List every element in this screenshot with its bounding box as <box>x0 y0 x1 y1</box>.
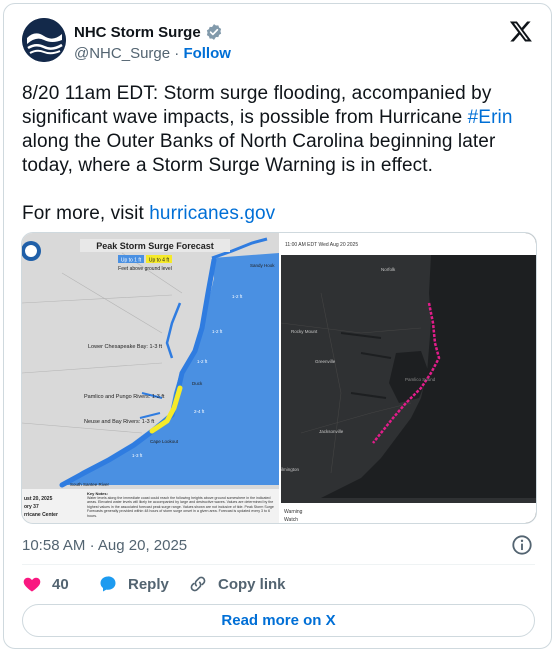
more-prefix: For more, visit <box>22 203 150 224</box>
info-icon[interactable] <box>511 534 533 556</box>
label-chesapeake: Lower Chesapeake Bay: 1-3 ft <box>88 344 162 350</box>
timestamp[interactable]: 10:58 AM · Aug 20, 2025 <box>22 537 187 554</box>
label-sandy-hook: Sandy Hook <box>250 263 275 268</box>
like-button[interactable]: 40 <box>22 574 69 594</box>
media-attachment[interactable]: Peak Storm Surge Forecast Up to 1 ft Up … <box>21 232 537 524</box>
legend-caption: Feet above ground level <box>118 266 172 272</box>
follow-button[interactable]: Follow <box>183 45 231 62</box>
legend-warning: Warning <box>284 509 303 515</box>
notes-text: Water levels along the immediate coast c… <box>87 496 274 518</box>
label-greenville: Greenville <box>315 359 336 364</box>
copy-link-label[interactable]: Copy link <box>218 576 286 593</box>
label-norfolk: Norfolk <box>381 267 396 272</box>
footer-center: rricane Center <box>24 512 58 518</box>
x-logo-icon[interactable] <box>509 19 533 43</box>
label-cape-lookout: Cape Lookout <box>150 439 179 444</box>
legend-watch: Watch <box>284 517 298 523</box>
link-icon <box>190 576 206 592</box>
handle-row: @NHC_Surge · Follow <box>74 45 231 62</box>
label-1-2-c: 1-2 ft <box>197 359 208 364</box>
tweet-body-text: 8/20 11am EDT: Storm surge flooding, acc… <box>22 83 492 128</box>
footer-adv: ory 37 <box>24 504 39 510</box>
tweet-more: For more, visit hurricanes.gov <box>22 202 537 226</box>
reply-button[interactable]: Reply <box>98 574 169 594</box>
read-more-button[interactable]: Read more on X <box>22 604 535 637</box>
label-duck: Duck <box>192 381 203 386</box>
reply-label[interactable]: Reply <box>128 576 169 593</box>
tweet-card: NHC Storm Surge @NHC_Surge · Follow 8/20… <box>3 3 552 649</box>
label-pamlico: Pamlico and Pungo Rivers: 1-3 ft <box>84 394 165 400</box>
surge-map-graphic: Peak Storm Surge Forecast Up to 1 ft Up … <box>22 233 279 523</box>
label-1-2-b: 1-2 ft <box>212 329 223 334</box>
tweet-body-text-2: along the Outer Banks of North Carolina … <box>22 131 496 176</box>
label-2-4: 2-4 ft <box>194 409 205 414</box>
tweet-header: NHC Storm Surge @NHC_Surge · Follow <box>4 4 551 74</box>
display-name-row[interactable]: NHC Storm Surge <box>74 23 223 41</box>
time[interactable]: 10:58 AM <box>22 537 85 554</box>
time-separator: · <box>89 537 95 554</box>
surge-forecast-map[interactable]: Peak Storm Surge Forecast Up to 1 ft Up … <box>22 233 279 523</box>
like-count: 40 <box>52 575 69 593</box>
label-pamlico-sound: Pamlico Sound <box>405 377 436 382</box>
label-rocky-mount: Rocky Mount <box>291 329 318 334</box>
tweet-body: 8/20 11am EDT: Storm surge flooding, acc… <box>22 82 537 178</box>
warning-map-graphic: 11:00 AM EDT Wed Aug 20 2025 Norfolk Roc… <box>281 233 536 523</box>
label-neuse: Neuse and Bay Rivers: 1-3 ft <box>84 419 155 425</box>
label-south-santee: South Santee River <box>70 482 110 487</box>
warning-map[interactable]: 11:00 AM EDT Wed Aug 20 2025 Norfolk Roc… <box>281 233 536 523</box>
handle[interactable]: @NHC_Surge <box>74 45 170 62</box>
divider <box>22 564 535 565</box>
map-title: Peak Storm Surge Forecast <box>96 241 214 251</box>
avatar[interactable] <box>22 18 66 62</box>
hurricanes-link[interactable]: hurricanes.gov <box>149 203 275 224</box>
heart-icon <box>23 577 41 592</box>
legend-a: Up to 1 ft <box>121 258 142 264</box>
map-header: 11:00 AM EDT Wed Aug 20 2025 <box>285 242 358 248</box>
label-wilmington: ilmington <box>281 467 300 472</box>
footer-date: ust 20, 2025 <box>24 496 53 502</box>
label-1-2-a: 1-2 ft <box>232 294 243 299</box>
handle-separator: · <box>174 45 180 62</box>
hashtag-link[interactable]: #Erin <box>468 107 513 128</box>
legend-b: Up to 4 ft <box>149 258 170 264</box>
action-bar: 40 Reply Copy link <box>22 574 535 598</box>
reply-bubble-icon <box>100 576 116 592</box>
verified-badge-icon <box>206 24 221 40</box>
display-name[interactable]: NHC Storm Surge <box>74 24 201 41</box>
nhc-logo-icon <box>22 18 66 62</box>
tweet-text: 8/20 11am EDT: Storm surge flooding, acc… <box>22 82 537 226</box>
date[interactable]: Aug 20, 2025 <box>98 537 187 554</box>
label-jacksonville: Jacksonville <box>319 429 344 434</box>
label-1-3: 1-3 ft <box>132 453 143 458</box>
copy-link-button[interactable]: Copy link <box>188 574 286 594</box>
